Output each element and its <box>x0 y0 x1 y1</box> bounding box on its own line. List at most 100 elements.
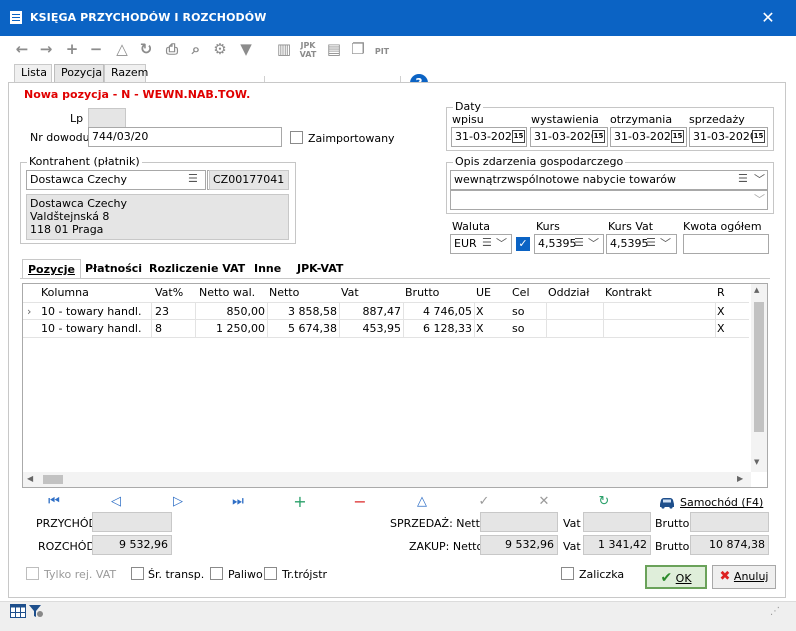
list-icon[interactable]: ☰ <box>482 236 492 249</box>
previous-record-icon[interactable]: ◁ <box>108 494 124 510</box>
col-header[interactable]: UE <box>476 284 491 301</box>
calendar-icon[interactable]: 15 <box>592 130 605 143</box>
triangle-edit-icon[interactable]: △ <box>112 40 132 58</box>
samochod-button[interactable]: Samochód (F4) <box>680 496 763 509</box>
chevron-down-icon[interactable]: ﹀ <box>496 235 507 251</box>
ok-button[interactable]: ✔ OK <box>645 565 707 589</box>
wpisu-label: wpisu <box>452 113 484 126</box>
tab-inne[interactable]: Inne <box>249 259 286 278</box>
arrow-right-icon[interactable]: → <box>36 40 56 58</box>
otrzymania-label: otrzymania <box>610 113 673 126</box>
kontrahent-address: Dostawca Czechy Valdštejnská 8 118 01 Pr… <box>26 194 289 240</box>
tab-razem[interactable]: Razem <box>104 64 148 82</box>
title-bar: KSIĘGA PRZYCHODÓW I ROZCHODÓW ✕ <box>0 0 796 36</box>
tylko-rej-vat-checkbox[interactable] <box>26 567 39 580</box>
close-icon[interactable]: ✕ <box>756 6 780 30</box>
vertical-scrollbar[interactable]: ▲ ▼ <box>751 284 767 472</box>
first-record-icon[interactable]: ⏮ <box>46 494 62 510</box>
calendar-icon[interactable]: 15 <box>512 130 525 143</box>
table-icon[interactable] <box>10 604 26 618</box>
tab-pozycje[interactable]: Pozycje <box>22 259 81 278</box>
plus-icon[interactable]: + <box>62 40 82 58</box>
kontrahent-field[interactable]: Dostawca Czechy <box>26 170 206 190</box>
col-header[interactable]: Kolumna <box>41 284 89 301</box>
przychod-field <box>92 512 172 532</box>
next-record-icon[interactable]: ▷ <box>170 494 186 510</box>
printer-icon[interactable]: ⎙ <box>162 40 182 58</box>
anuluj-button[interactable]: ✖ Anuluj <box>712 565 776 589</box>
last-record-icon[interactable]: ⏭ <box>230 494 246 510</box>
kwota-field[interactable] <box>683 234 769 254</box>
scrollbar-thumb[interactable] <box>43 475 63 484</box>
table-row[interactable]: 10 - towary handl. 8 1 250,00 5 674,38 4… <box>23 320 749 338</box>
tab-rozliczenie-vat[interactable]: Rozliczenie VAT <box>144 259 250 278</box>
column-divider <box>474 302 475 338</box>
scroll-left-icon[interactable]: ◀ <box>27 474 33 483</box>
table-row[interactable]: › 10 - towary handl. 23 850,00 3 858,58 … <box>23 302 749 320</box>
filter-icon[interactable]: ▼ <box>236 40 256 58</box>
add-row-icon[interactable]: + <box>292 494 308 510</box>
waluta-checkbox[interactable]: ✓ <box>516 237 530 251</box>
nr-dowodu-field[interactable]: 744/03/20 <box>88 127 282 147</box>
barcode-icon[interactable]: ▥ <box>274 40 294 58</box>
list-icon[interactable]: ☰ <box>646 236 656 249</box>
cancel-edit-icon[interactable]: ✕ <box>536 494 552 510</box>
delete-row-icon[interactable]: − <box>352 494 368 510</box>
edit-row-icon[interactable]: △ <box>414 494 430 510</box>
list-icon[interactable]: ☰ <box>574 236 584 249</box>
chevron-down-icon[interactable]: ﹀ <box>754 171 765 187</box>
col-header[interactable]: Kontrakt <box>605 284 652 301</box>
tab-pozycja[interactable]: Pozycja <box>54 64 104 82</box>
opis-field[interactable]: wewnątrzwspólnotowe nabycie towarów <box>450 170 768 190</box>
scroll-up-icon[interactable]: ▲ <box>754 286 759 294</box>
tr-trojstr-checkbox[interactable] <box>264 567 277 580</box>
scroll-right-icon[interactable]: ▶ <box>737 474 743 483</box>
column-divider <box>339 302 340 338</box>
col-header[interactable]: R <box>717 284 725 301</box>
pit-icon[interactable]: PIT <box>372 47 392 65</box>
gear-icon[interactable]: ⚙ <box>210 40 230 58</box>
list-icon[interactable]: ☰ <box>738 172 748 185</box>
copy-icon[interactable]: ❐ <box>348 40 368 58</box>
minus-icon[interactable]: − <box>86 40 106 58</box>
filter-settings-icon[interactable] <box>28 604 44 618</box>
col-header[interactable]: Oddział <box>548 284 589 301</box>
zaimportowany-label: Zaimportowany <box>308 132 395 145</box>
scroll-down-icon[interactable]: ▼ <box>754 458 759 466</box>
zaliczka-checkbox[interactable] <box>561 567 574 580</box>
tab-jpk-vat[interactable]: JPK-VAT <box>292 259 348 278</box>
confirm-icon[interactable]: ✓ <box>476 494 492 510</box>
sr-transp-label: Śr. transp. <box>148 568 205 581</box>
sprzedaz-brutto-field <box>690 512 769 532</box>
chevron-down-icon[interactable]: ﹀ <box>588 235 599 251</box>
col-header[interactable]: Vat% <box>155 284 183 301</box>
tab-lista[interactable]: Lista <box>14 64 52 82</box>
col-header[interactable]: Vat <box>341 284 359 301</box>
scrollbar-thumb[interactable] <box>754 302 764 432</box>
sr-transp-checkbox[interactable] <box>131 567 144 580</box>
search-zoom-icon[interactable]: ⌕ <box>186 40 206 58</box>
zaimportowany-checkbox[interactable] <box>290 131 303 144</box>
document-icon[interactable]: ▤ <box>324 40 344 58</box>
calendar-icon[interactable]: 15 <box>671 130 684 143</box>
calendar-icon[interactable]: 15 <box>752 130 765 143</box>
form-heading: Nowa pozycja - N - WEWN.NAB.TOW. <box>24 88 251 101</box>
lp-field[interactable] <box>88 108 126 128</box>
toolbar: ← → + − △ ↻ ⎙ ⌕ ⚙ ▼ ▥ JPKVAT ▤ ❐ PIT ? <box>0 36 796 94</box>
zakup-label: ZAKUP: Netto <box>409 540 484 553</box>
col-header[interactable]: Netto <box>269 284 299 301</box>
resize-grip-icon[interactable]: ⋰ <box>770 606 780 617</box>
arrow-left-icon[interactable]: ← <box>12 40 32 58</box>
paliwo-checkbox[interactable] <box>210 567 223 580</box>
chevron-down-icon[interactable]: ﹀ <box>660 235 671 251</box>
list-icon[interactable]: ☰ <box>188 172 198 185</box>
jpk-vat-icon[interactable]: JPK VAT <box>298 41 318 59</box>
col-header[interactable]: Cel <box>512 284 530 301</box>
col-header[interactable]: Netto wal. <box>199 284 255 301</box>
tab-platnosci[interactable]: Płatności <box>80 259 147 278</box>
refresh-icon[interactable]: ↻ <box>596 494 612 510</box>
opis-extra-field[interactable] <box>450 190 768 210</box>
refresh-icon[interactable]: ↻ <box>136 40 156 58</box>
col-header[interactable]: Brutto <box>405 284 439 301</box>
horizontal-scrollbar[interactable]: ◀ ▶ <box>23 472 751 487</box>
